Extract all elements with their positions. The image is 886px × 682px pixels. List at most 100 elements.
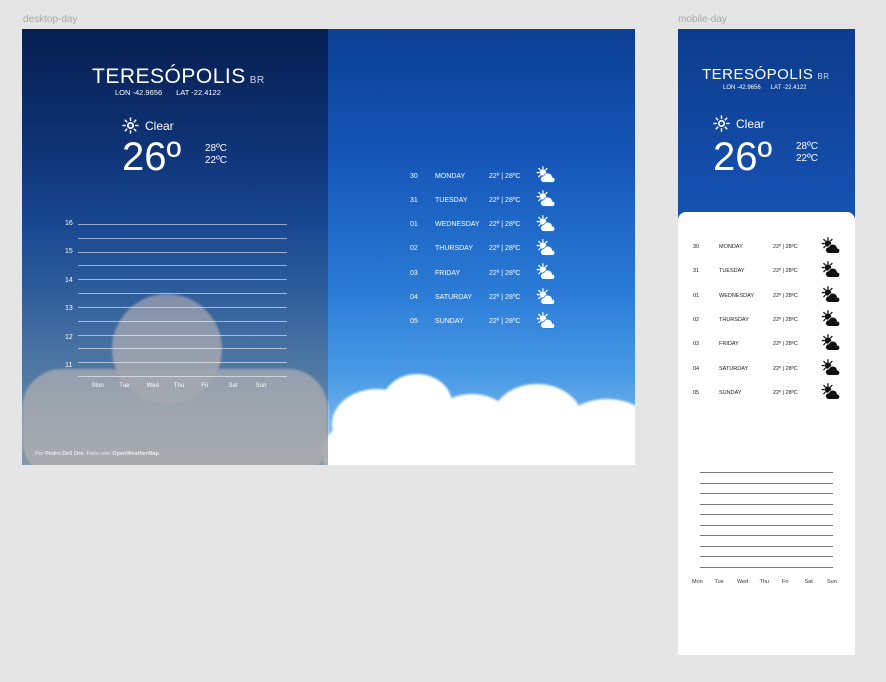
partly-cloudy-icon: [536, 263, 558, 283]
partly-cloudy-icon: [536, 239, 558, 259]
partly-cloudy-icon: [821, 237, 843, 257]
mobile-temp-min: 22ºC: [796, 153, 818, 164]
mobile-chart-gridline: [700, 503, 833, 505]
mobile-forecast-row: 04 SATURDAY 22º | 28ºC: [693, 358, 843, 379]
chart-gridline: [78, 251, 287, 253]
chart-ytick: 13: [65, 305, 73, 313]
mobile-forecast-name: WEDNESDAY: [719, 292, 755, 299]
forecast-day: 31: [410, 196, 418, 204]
forecast-row: 03 FRIDAY 22º | 28ºC: [410, 263, 558, 283]
forecast-temps: 22º | 28ºC: [489, 269, 521, 277]
mobile-chart-xtick: Fri: [782, 579, 789, 585]
current-condition: Clear: [122, 117, 174, 134]
mobile-forecast-day: 04: [693, 365, 700, 372]
forecast-name: FRIDAY: [435, 269, 461, 277]
forecast-row: 01 WEDNESDAY 22º | 28ºC: [410, 214, 558, 235]
mobile-forecast-temps: 22º | 28ºC: [773, 389, 798, 396]
chart-ytick: 12: [65, 333, 73, 341]
chart-gridline: [78, 279, 287, 281]
chart-gridline: [78, 237, 287, 239]
mobile-forecast-temps: 22º | 28ºC: [773, 268, 798, 275]
mobile-forecast-temps: 22º | 28ºC: [773, 316, 798, 323]
coordinates: LON -42.9656 LAT -22.4122: [115, 88, 221, 97]
mobile-forecast-temps: 22º | 28ºC: [773, 244, 798, 250]
mobile-chart-gridline: [700, 482, 833, 484]
mobile-forecast-name: SUNDAY: [719, 389, 742, 396]
mobile-forecast-row: 05 SUNDAY 22º | 28ºC: [693, 382, 843, 403]
chart-xtick: Tue: [119, 383, 130, 389]
mobile-forecast-day: 03: [693, 341, 700, 348]
mobile-current-condition: Clear: [713, 115, 765, 132]
mobile-chart-gridline: [700, 545, 833, 547]
temp-range: 28ºC 22ºC: [205, 143, 227, 167]
openweathermap-link[interactable]: OpenWeatherMap: [112, 451, 159, 457]
chart-xtick: Sat: [228, 383, 238, 389]
mobile-latitude: LAT -22.4122: [770, 85, 807, 91]
temp-max: 28ºC: [205, 143, 227, 154]
chart-gridline: [78, 306, 287, 308]
forecast-temps: 22º | 28ºC: [489, 221, 521, 229]
forecast-row: 05 SUNDAY 22º | 28ºC: [410, 311, 558, 332]
mobile-forecast-name: SATURDAY: [719, 365, 749, 372]
mobile-forecast-row: 31 TUESDAY 22º | 28ºC: [693, 261, 843, 281]
longitude: LON -42.9656: [115, 88, 163, 97]
mobile-chart-xtick: Tue: [714, 579, 724, 585]
mobile-chart-gridline: [700, 493, 833, 495]
forecast-day: 01: [410, 221, 418, 229]
forecast-name: MONDAY: [435, 172, 466, 180]
mobile-city-name: TERESÓPOLIS BR: [702, 66, 830, 83]
desktop-weather-view: TERESÓPOLIS BR LON -42.9656 LAT -22.4122 …: [22, 29, 635, 465]
mobile-chart-gridline: [700, 524, 833, 526]
forecast-row: 30 MONDAY 22º | 28ºC: [410, 166, 558, 186]
mobile-weather-view: TERESÓPOLIS BR LON -42.9656 LAT -22.4122 …: [678, 29, 855, 655]
mobile-forecast-name: FRIDAY: [719, 341, 739, 348]
forecast-temps: 22º | 28ºC: [489, 318, 521, 326]
forecast-name: WEDNESDAY: [435, 221, 480, 229]
chart-ytick: 15: [65, 248, 73, 256]
author-link[interactable]: Pedro Dell Oro: [45, 451, 84, 457]
forecast-day: 02: [410, 245, 418, 253]
forecast-day: 30: [410, 172, 418, 180]
chart-gridline: [78, 224, 287, 225]
current-temperature: 26º: [122, 135, 182, 179]
partly-cloudy-icon: [536, 166, 558, 186]
chart-gridline: [78, 334, 287, 336]
mobile-forecast-day: 30: [693, 244, 700, 250]
chart-xtick: Mon: [92, 383, 104, 389]
partly-cloudy-icon: [821, 285, 843, 306]
forecast-name: TUESDAY: [435, 196, 468, 204]
mobile-chart-xtick: Wed: [737, 579, 749, 585]
partly-cloudy-icon: [821, 358, 843, 379]
chart-xtick: Fri: [201, 383, 209, 389]
chart-gridline: [78, 348, 287, 350]
mobile-chart-gridline: [700, 535, 833, 537]
chart-gridline: [78, 362, 287, 364]
mobile-forecast-row: 02 THURSDAY 22º | 28ºC: [693, 310, 843, 330]
forecast-name: THURSDAY: [435, 245, 473, 253]
partly-cloudy-icon: [536, 287, 558, 308]
mobile-forecast-row: 03 FRIDAY 22º | 28ºC: [693, 334, 843, 354]
chart-gridline: [78, 376, 287, 377]
partly-cloudy-icon: [536, 214, 558, 235]
mobile-chart-gridline: [700, 514, 833, 516]
country-code: BR: [249, 75, 265, 86]
partly-cloudy-icon: [821, 261, 843, 281]
mobile-forecast-temps: 22º | 28ºC: [773, 341, 798, 348]
mobile-forecast-name: THURSDAY: [719, 316, 749, 323]
latitude: LAT -22.4122: [176, 88, 221, 97]
forecast-day: 03: [410, 269, 418, 277]
partly-cloudy-icon: [821, 382, 843, 403]
city-name: TERESÓPOLIS BR: [92, 65, 265, 88]
mobile-forecast-day: 05: [693, 389, 700, 396]
forecast-day: 04: [410, 294, 418, 301]
sun-icon: [122, 117, 139, 134]
credit-text: Por Pedro Dell Oro. Feito com OpenWeathe…: [35, 451, 161, 457]
mobile-forecast-day: 31: [693, 268, 700, 275]
partly-cloudy-icon: [821, 310, 843, 330]
forecast-day: 05: [410, 318, 418, 326]
chart-gridline: [78, 265, 287, 267]
mobile-forecast-day: 01: [693, 292, 700, 299]
mobile-chart-gridline: [700, 567, 833, 568]
mobile-forecast-day: 02: [693, 316, 700, 323]
mobile-forecast-row: 30 MONDAY 22º | 28ºC: [693, 237, 843, 257]
